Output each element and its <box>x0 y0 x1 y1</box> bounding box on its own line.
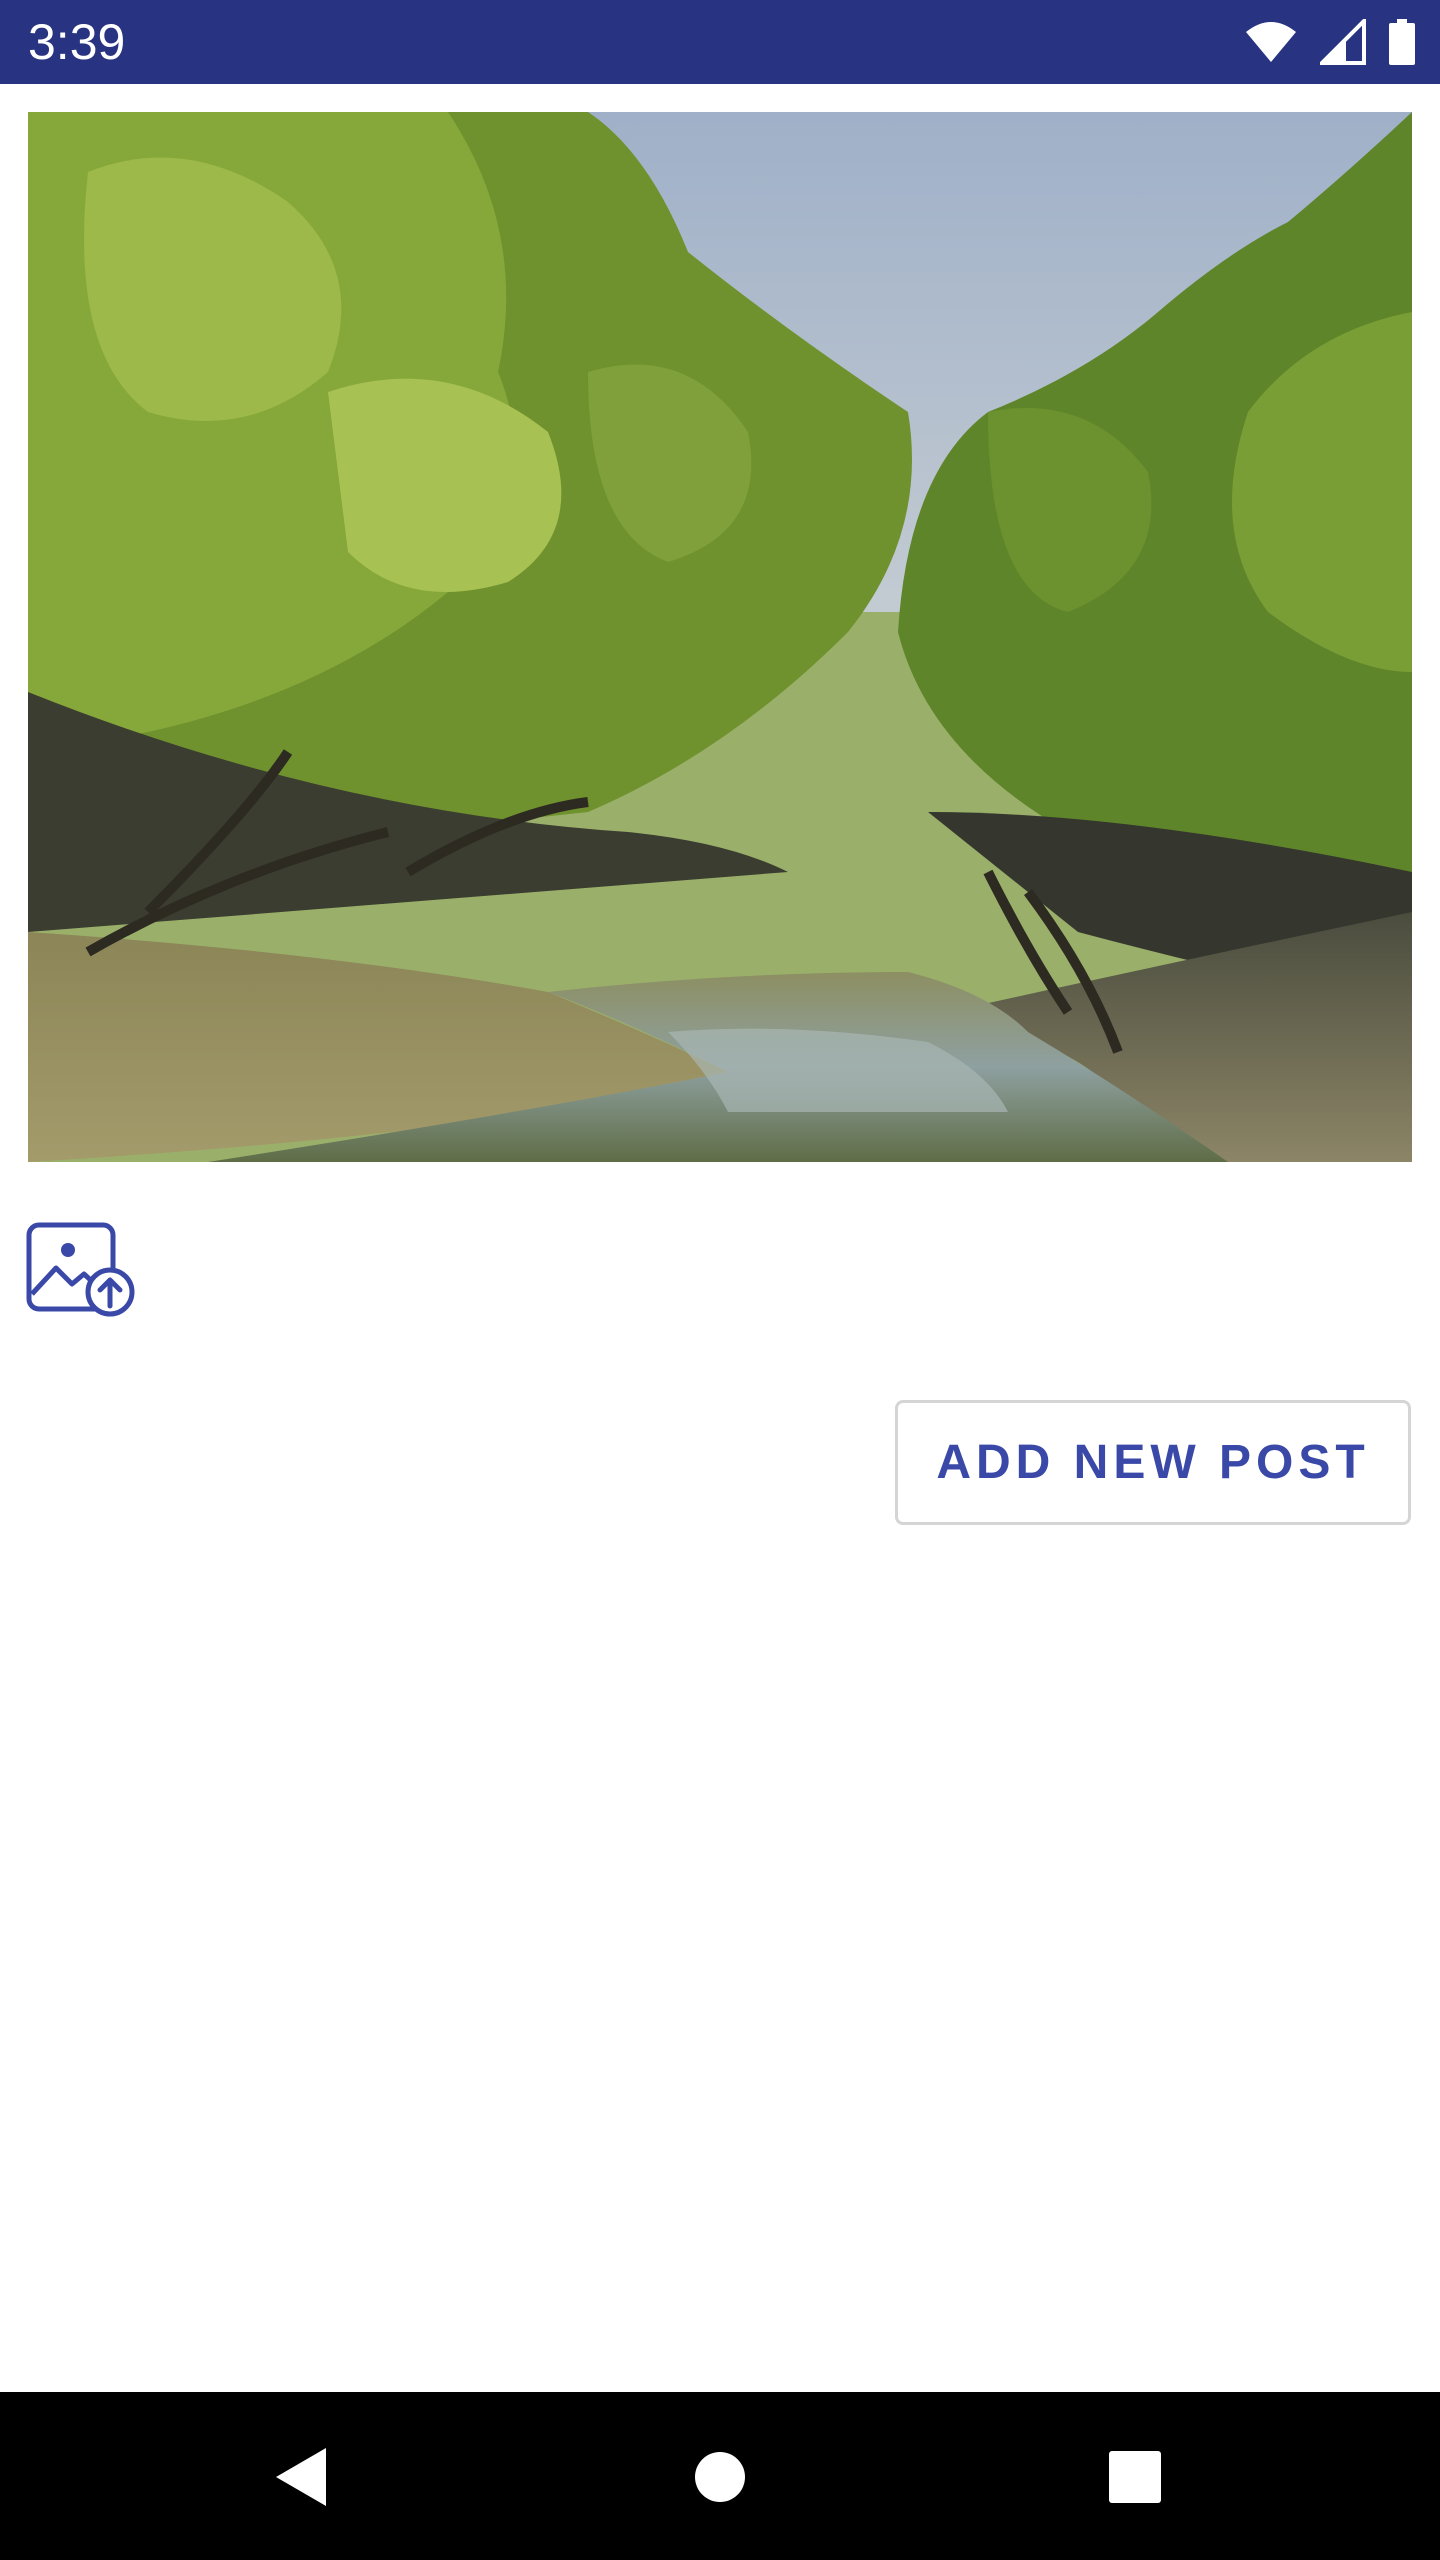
status-bar: 3:39 <box>0 0 1440 84</box>
recents-icon[interactable] <box>1090 2432 1180 2522</box>
screen: 3:39 ADD NEW POST <box>0 0 1440 2560</box>
post-image <box>28 112 1412 1162</box>
image-upload-icon[interactable] <box>26 1222 136 1318</box>
add-new-post-button[interactable]: ADD NEW POST <box>895 1400 1411 1525</box>
battery-icon <box>1388 19 1416 65</box>
status-time: 3:39 <box>28 14 126 70</box>
back-icon[interactable] <box>255 2432 345 2522</box>
cellular-signal-icon <box>1320 19 1366 65</box>
home-icon[interactable] <box>675 2432 765 2522</box>
wifi-icon <box>1244 20 1298 64</box>
navigation-bar <box>0 2392 1440 2560</box>
status-icons <box>1244 16 1416 68</box>
